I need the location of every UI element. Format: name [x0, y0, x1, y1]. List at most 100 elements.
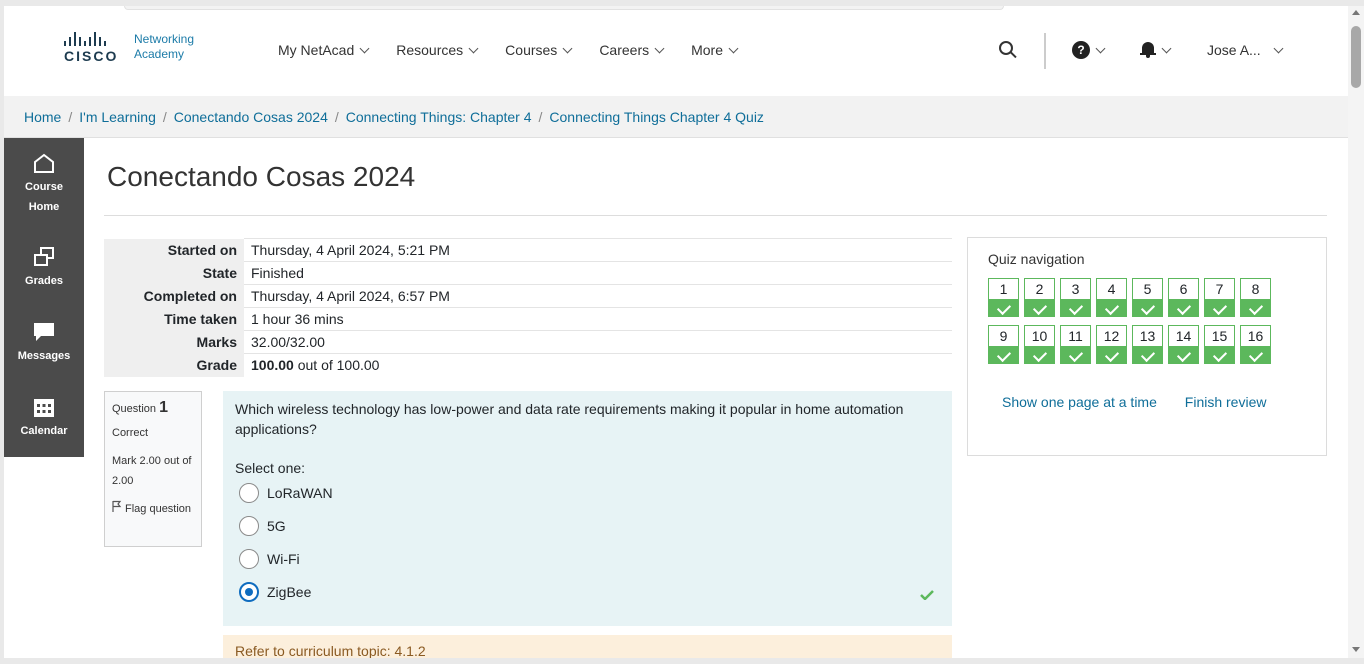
- question-number: 1: [159, 399, 168, 416]
- summary-value: 100.00 out of 100.00: [244, 353, 952, 377]
- chevron-down-icon: [359, 43, 370, 53]
- answer-option[interactable]: Wi-Fi: [235, 542, 940, 575]
- check-icon: [1241, 299, 1270, 317]
- quiz-nav-question-button[interactable]: 15: [1204, 325, 1235, 364]
- table-row: Completed on Thursday, 4 April 2024, 6:57…: [104, 284, 952, 308]
- check-icon: [1025, 346, 1054, 364]
- breadcrumb-quiz[interactable]: Connecting Things Chapter 4 Quiz: [549, 109, 764, 125]
- answer-option[interactable]: LoRaWAN: [235, 476, 940, 509]
- nav-careers[interactable]: Careers: [599, 42, 665, 58]
- chevron-down-icon: [654, 43, 665, 53]
- quiz-nav-question-button[interactable]: 7: [1204, 278, 1235, 317]
- check-icon: [989, 346, 1018, 364]
- home-icon: [32, 152, 56, 174]
- question-feedback: Refer to curriculum topic: 4.1.2: [223, 635, 952, 658]
- table-row: State Finished: [104, 261, 952, 285]
- quiz-nav-question-button[interactable]: 3: [1060, 278, 1091, 317]
- user-menu[interactable]: Jose A...: [1207, 42, 1284, 58]
- breadcrumb-im-learning[interactable]: I'm Learning: [79, 109, 156, 125]
- table-row: Marks 32.00/32.00: [104, 330, 952, 354]
- correct-check-icon: [920, 587, 934, 601]
- help-menu[interactable]: ?: [1072, 41, 1106, 59]
- check-icon: [1025, 299, 1054, 317]
- quiz-nav-question-button[interactable]: 6: [1168, 278, 1199, 317]
- summary-value: 1 hour 36 mins: [244, 307, 952, 331]
- radio-button[interactable]: [239, 482, 259, 503]
- quiz-navigation-block: Quiz navigation 1 2 3 4 5 6 7 8 9 10 11 …: [967, 237, 1327, 456]
- quiz-nav-question-button[interactable]: 8: [1240, 278, 1271, 317]
- quiz-nav-question-button[interactable]: 16: [1240, 325, 1271, 364]
- course-sidebar: Course Home Grades Messages Calendar: [4, 138, 84, 457]
- scroll-down-arrow-icon[interactable]: [1352, 647, 1360, 652]
- breadcrumb-chapter[interactable]: Connecting Things: Chapter 4: [346, 109, 532, 125]
- quiz-nav-question-button[interactable]: 13: [1132, 325, 1163, 364]
- summary-label: Started on: [104, 238, 244, 262]
- sidebar-item-course-home[interactable]: Course Home: [4, 152, 84, 217]
- attempt-summary-table: Started on Thursday, 4 April 2024, 5:21 P…: [104, 238, 952, 377]
- quiz-nav-question-button[interactable]: 10: [1024, 325, 1055, 364]
- question-mark: Mark 2.00 out of 2.00: [112, 455, 192, 487]
- check-icon: [1133, 299, 1162, 317]
- summary-label: Marks: [104, 330, 244, 354]
- summary-value: Thursday, 4 April 2024, 5:21 PM: [244, 238, 952, 262]
- browser-top-strip: [124, 6, 1004, 10]
- page-scrollbar[interactable]: [1348, 6, 1364, 658]
- radio-button[interactable]: [239, 515, 259, 536]
- sidebar-item-calendar[interactable]: Calendar: [4, 396, 84, 441]
- nav-courses[interactable]: Courses: [505, 42, 573, 58]
- search-icon[interactable]: [999, 41, 1017, 59]
- sidebar-item-messages[interactable]: Messages: [4, 321, 84, 366]
- cisco-logo[interactable]: CISCO Networking Academy: [64, 32, 194, 68]
- notifications-menu[interactable]: [1140, 41, 1172, 59]
- quiz-nav-question-button[interactable]: 11: [1060, 325, 1091, 364]
- check-icon: [1061, 346, 1090, 364]
- quiz-nav-question-button[interactable]: 5: [1132, 278, 1163, 317]
- logo-wordmark: CISCO: [64, 48, 119, 64]
- question-label: Question: [112, 403, 157, 415]
- question-content: Which wireless technology has low-power …: [223, 391, 952, 626]
- quiz-navigation-links: Show one page at a time Finish review: [1002, 394, 1290, 410]
- quiz-nav-question-button[interactable]: 4: [1096, 278, 1127, 317]
- breadcrumb-course[interactable]: Conectando Cosas 2024: [174, 109, 328, 125]
- calendar-icon: [32, 396, 56, 418]
- finish-review-link[interactable]: Finish review: [1185, 394, 1267, 410]
- cisco-bridge-icon: CISCO: [64, 32, 126, 68]
- quiz-nav-question-button[interactable]: 14: [1168, 325, 1199, 364]
- breadcrumb-home[interactable]: Home: [24, 109, 61, 125]
- radio-button[interactable]: [239, 548, 259, 569]
- scroll-up-arrow-icon[interactable]: [1352, 10, 1360, 15]
- nav-more[interactable]: More: [691, 42, 739, 58]
- grades-icon: [32, 246, 56, 268]
- nav-my-netacad[interactable]: My NetAcad: [278, 42, 370, 58]
- flag-question-button[interactable]: Flag question: [112, 499, 194, 519]
- summary-label: Time taken: [104, 307, 244, 331]
- header-divider: [1044, 33, 1046, 69]
- answer-option-selected[interactable]: ZigBee: [235, 575, 940, 608]
- check-icon: [1133, 346, 1162, 364]
- option-label: 5G: [267, 517, 286, 534]
- select-one-label: Select one:: [235, 460, 306, 476]
- question-status: Correct: [112, 427, 149, 439]
- message-icon: [32, 321, 56, 343]
- user-name: Jose A...: [1207, 42, 1261, 58]
- check-icon: [1097, 346, 1126, 364]
- sidebar-item-grades[interactable]: Grades: [4, 246, 84, 291]
- flag-icon: [112, 499, 122, 519]
- option-label: LoRaWAN: [267, 484, 333, 501]
- show-one-page-link[interactable]: Show one page at a time: [1002, 394, 1157, 410]
- nav-resources[interactable]: Resources: [396, 42, 479, 58]
- quiz-nav-question-button[interactable]: 2: [1024, 278, 1055, 317]
- radio-button-selected[interactable]: [239, 581, 259, 602]
- summary-label: Completed on: [104, 284, 244, 308]
- quiz-nav-question-button[interactable]: 1: [988, 278, 1019, 317]
- scrollbar-thumb[interactable]: [1351, 26, 1361, 88]
- quiz-nav-question-button[interactable]: 12: [1096, 325, 1127, 364]
- quiz-nav-question-button[interactable]: 9: [988, 325, 1019, 364]
- title-divider: [104, 215, 1327, 216]
- chevron-down-icon: [468, 43, 479, 53]
- chevron-down-icon: [1273, 43, 1284, 53]
- quiz-navigation-buttons: 1 2 3 4 5 6 7 8 9 10 11 12 13 14 15 16: [988, 278, 1288, 364]
- question-text: Which wireless technology has low-power …: [235, 401, 904, 437]
- quiz-navigation-title: Quiz navigation: [988, 251, 1085, 267]
- answer-option[interactable]: 5G: [235, 509, 940, 542]
